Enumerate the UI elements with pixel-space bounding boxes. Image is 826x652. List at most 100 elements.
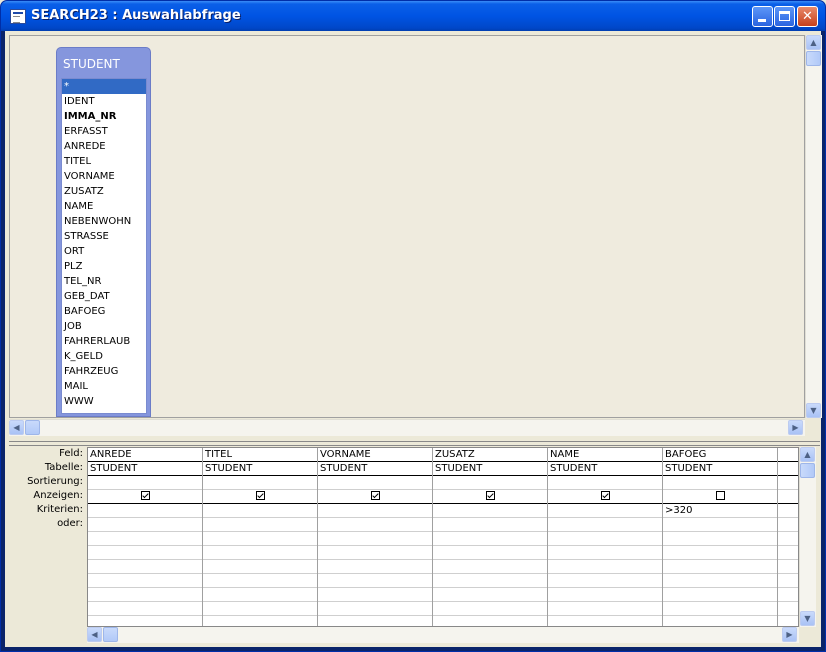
- or-cell[interactable]: [433, 602, 547, 616]
- criteria-cell[interactable]: [203, 504, 317, 518]
- or-cell[interactable]: [88, 574, 202, 588]
- criteria-cell[interactable]: [433, 504, 547, 518]
- grid-column[interactable]: ZUSATZ STUDENT: [433, 448, 548, 626]
- show-cell[interactable]: [548, 490, 662, 504]
- or-cell[interactable]: [548, 602, 662, 616]
- table-cell[interactable]: STUDENT: [433, 462, 547, 476]
- sort-cell[interactable]: [433, 476, 547, 490]
- scroll-left-button[interactable]: ◀: [87, 627, 102, 642]
- or-cell[interactable]: [663, 532, 777, 546]
- field-item[interactable]: K_GELD: [62, 349, 146, 364]
- criteria-cell[interactable]: [88, 504, 202, 518]
- show-checkbox[interactable]: [485, 491, 495, 500]
- or-cell[interactable]: [203, 518, 317, 532]
- show-cell[interactable]: [203, 490, 317, 504]
- field-list-student[interactable]: STUDENT * IDENT IMMA_NR ERFASST ANREDE TITEL V…: [56, 47, 151, 417]
- or-cell[interactable]: [203, 560, 317, 574]
- maximize-button[interactable]: [774, 6, 795, 27]
- scroll-thumb[interactable]: [25, 420, 40, 435]
- sort-cell[interactable]: [548, 476, 662, 490]
- or-cell[interactable]: [663, 518, 777, 532]
- or-cell[interactable]: [203, 588, 317, 602]
- minimize-button[interactable]: [752, 6, 773, 27]
- or-cell[interactable]: [548, 574, 662, 588]
- criteria-cell[interactable]: [548, 504, 662, 518]
- or-cell[interactable]: [548, 532, 662, 546]
- or-cell[interactable]: [433, 560, 547, 574]
- empty-cell[interactable]: [778, 476, 798, 490]
- field-item[interactable]: STRASSE: [62, 229, 146, 244]
- or-cell[interactable]: [548, 546, 662, 560]
- upper-vertical-scrollbar[interactable]: ▲ ▼: [805, 35, 822, 418]
- field-item[interactable]: TITEL: [62, 154, 146, 169]
- field-item[interactable]: BAFOEG: [62, 304, 146, 319]
- table-cell[interactable]: STUDENT: [548, 462, 662, 476]
- scroll-thumb[interactable]: [800, 463, 815, 478]
- sort-cell[interactable]: [88, 476, 202, 490]
- scroll-thumb[interactable]: [806, 51, 821, 66]
- empty-cell[interactable]: [778, 532, 798, 546]
- scroll-up-button[interactable]: ▲: [806, 35, 821, 50]
- or-cell[interactable]: [88, 532, 202, 546]
- or-cell[interactable]: [88, 602, 202, 616]
- table-cell[interactable]: STUDENT: [663, 462, 777, 476]
- or-cell[interactable]: [203, 532, 317, 546]
- field-item[interactable]: FAHRZEUG: [62, 364, 146, 379]
- or-cell[interactable]: [433, 546, 547, 560]
- or-cell[interactable]: [433, 574, 547, 588]
- field-item[interactable]: IMMA_NR: [62, 109, 146, 124]
- table-cell[interactable]: STUDENT: [318, 462, 432, 476]
- field-cell[interactable]: NAME: [548, 448, 662, 462]
- show-cell[interactable]: [663, 490, 777, 504]
- grid-vertical-scrollbar[interactable]: ▲ ▼: [799, 447, 816, 627]
- table-pane[interactable]: STUDENT * IDENT IMMA_NR ERFASST ANREDE TITEL V…: [9, 35, 805, 418]
- grid-column[interactable]: ANREDE STUDENT: [88, 448, 203, 626]
- field-cell[interactable]: ANREDE: [88, 448, 202, 462]
- sort-cell[interactable]: [318, 476, 432, 490]
- close-button[interactable]: ✕: [797, 6, 818, 27]
- or-cell[interactable]: [318, 532, 432, 546]
- grid-column[interactable]: TITEL STUDENT: [203, 448, 318, 626]
- field-item[interactable]: FAHRERLAUB: [62, 334, 146, 349]
- scroll-down-button[interactable]: ▼: [800, 611, 815, 626]
- empty-cell[interactable]: [778, 574, 798, 588]
- field-cell[interactable]: TITEL: [203, 448, 317, 462]
- field-item[interactable]: ANREDE: [62, 139, 146, 154]
- or-cell[interactable]: [203, 574, 317, 588]
- empty-cell[interactable]: [778, 490, 798, 504]
- empty-cell[interactable]: [778, 518, 798, 532]
- or-cell[interactable]: [433, 532, 547, 546]
- field-item[interactable]: VORNAME: [62, 169, 146, 184]
- or-cell[interactable]: [88, 546, 202, 560]
- scroll-left-button[interactable]: ◀: [9, 420, 24, 435]
- or-cell[interactable]: [663, 546, 777, 560]
- or-cell[interactable]: [203, 602, 317, 616]
- or-cell[interactable]: [318, 560, 432, 574]
- scroll-right-button[interactable]: ▶: [782, 627, 797, 642]
- or-cell[interactable]: [663, 574, 777, 588]
- grid-horizontal-scrollbar[interactable]: ◀ ▶: [87, 627, 799, 643]
- scroll-right-button[interactable]: ▶: [788, 420, 803, 435]
- field-cell[interactable]: BAFOEG: [663, 448, 777, 462]
- show-checkbox[interactable]: [255, 491, 265, 500]
- or-cell[interactable]: [663, 560, 777, 574]
- empty-cell[interactable]: [778, 560, 798, 574]
- scroll-down-button[interactable]: ▼: [806, 403, 821, 418]
- criteria-cell[interactable]: >320: [663, 504, 777, 518]
- empty-cell[interactable]: [778, 602, 798, 616]
- table-cell[interactable]: STUDENT: [203, 462, 317, 476]
- field-item[interactable]: NAME: [62, 199, 146, 214]
- field-item[interactable]: JOB: [62, 319, 146, 334]
- empty-cell[interactable]: [778, 462, 798, 476]
- scroll-up-button[interactable]: ▲: [800, 447, 815, 462]
- show-checkbox[interactable]: [370, 491, 380, 500]
- show-checkbox[interactable]: [600, 491, 610, 500]
- field-list-box[interactable]: * IDENT IMMA_NR ERFASST ANREDE TITEL VORNAME ZU…: [61, 78, 147, 414]
- design-grid[interactable]: ANREDE STUDENT TITEL STUDENT VORNAME STUDENT Z…: [87, 447, 799, 627]
- or-cell[interactable]: [663, 588, 777, 602]
- title-bar[interactable]: SEARCH23 : Auswahlabfrage ✕: [1, 1, 825, 31]
- or-cell[interactable]: [318, 546, 432, 560]
- field-cell[interactable]: ZUSATZ: [433, 448, 547, 462]
- sort-cell[interactable]: [203, 476, 317, 490]
- criteria-cell[interactable]: [318, 504, 432, 518]
